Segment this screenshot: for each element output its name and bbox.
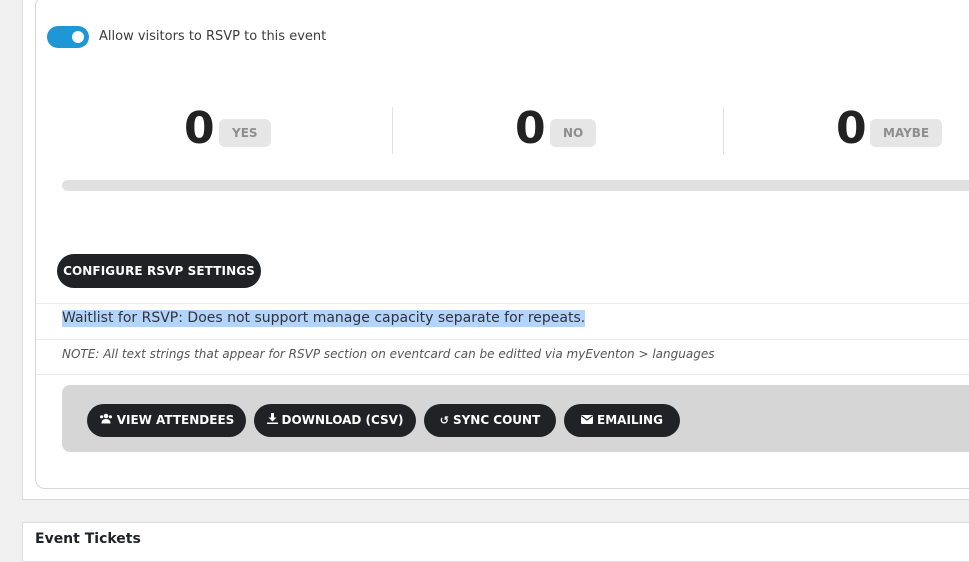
stat-no-count: 0 [515,103,546,154]
sync-count-button[interactable]: ↺ SYNC COUNT [424,404,556,437]
download-csv-label: DOWNLOAD (CSV) [281,413,404,427]
users-icon [99,404,113,437]
stat-maybe-count: 0 [836,103,867,154]
row-divider [36,339,969,340]
rsvp-toggle-label: Allow visitors to RSVP to this event [99,29,327,44]
stat-divider [723,107,724,154]
row-divider [36,374,969,375]
configure-rsvp-settings-button[interactable]: CONFIGURE RSVP SETTINGS [57,254,261,288]
strings-note: NOTE: All text strings that appear for R… [62,347,715,361]
waitlist-note: Waitlist for RSVP: Does not support mana… [62,310,586,327]
emailing-button[interactable]: EMAILING [564,404,680,437]
emailing-label: EMAILING [597,413,663,427]
download-csv-button[interactable]: DOWNLOAD (CSV) [254,404,416,437]
view-attendees-button[interactable]: VIEW ATTENDEES [87,404,246,437]
stat-no: 0 NO [515,102,625,156]
toggle-knob [72,31,84,43]
stat-maybe: 0 MAYBE [836,102,966,156]
stat-no-badge: NO [550,119,597,147]
view-attendees-label: VIEW ATTENDEES [116,413,235,427]
stat-yes-badge: YES [219,119,271,147]
event-tickets-postbox [22,522,969,562]
stat-divider [392,107,393,154]
sync-count-label: SYNC COUNT [452,413,541,427]
rsvp-actions-bar: VIEW ATTENDEES DOWNLOAD (CSV) ↺ SYNC COUN… [62,385,969,452]
row-divider [36,303,969,304]
download-icon [266,404,278,437]
rsvp-capacity-bar [62,180,969,191]
stat-maybe-badge: MAYBE [870,119,943,147]
stat-yes-count: 0 [184,103,215,154]
stat-yes: 0 YES [184,102,294,156]
rsvp-toggle[interactable] [47,26,89,48]
refresh-icon: ↺ [439,414,449,427]
envelope-icon [581,404,594,437]
event-tickets-title[interactable]: Event Tickets [35,531,141,547]
